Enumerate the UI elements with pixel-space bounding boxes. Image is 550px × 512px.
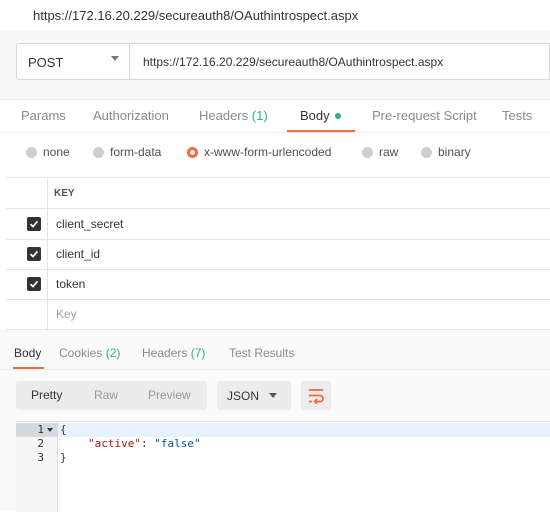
- active-line-highlight: [58, 423, 550, 437]
- json-value: "false": [154, 437, 201, 450]
- new-key-input[interactable]: Key: [56, 307, 77, 321]
- line-number: 3: [37, 451, 44, 464]
- line-number: 1: [37, 423, 44, 436]
- radio-dot-icon: [93, 146, 104, 158]
- table-row: client_id: [6, 239, 550, 270]
- chevron-down-icon: [111, 56, 119, 61]
- code-close-brace: }: [60, 451, 67, 464]
- radio-dot-icon: [421, 146, 432, 158]
- table-row: token: [6, 269, 550, 300]
- tab-authorization[interactable]: Authorization: [93, 108, 169, 123]
- tab-prerequest-script[interactable]: Pre-request Script: [372, 108, 477, 123]
- response-tab-body[interactable]: Body: [14, 346, 41, 360]
- line-number: 2: [37, 437, 44, 450]
- format-select[interactable]: JSON: [217, 381, 291, 410]
- row-checkbox[interactable]: [27, 277, 41, 291]
- response-tab-cookies-count: (2): [105, 346, 121, 360]
- row-key[interactable]: client_id: [56, 247, 100, 261]
- response-tab-headers-count: (7): [190, 346, 206, 360]
- view-mode-group: Pretty Raw Preview: [16, 381, 207, 410]
- checkmark-icon: [29, 280, 39, 288]
- method-select[interactable]: POST: [16, 43, 130, 80]
- radio-label: raw: [379, 145, 399, 159]
- response-tab-cookies[interactable]: Cookies (2): [59, 346, 120, 360]
- fold-toggle-icon[interactable]: [47, 428, 53, 432]
- radio-binary[interactable]: binary: [421, 145, 471, 159]
- radio-label: binary: [438, 145, 471, 159]
- radio-x-www-form-urlencoded[interactable]: x-www-form-urlencoded: [187, 145, 331, 159]
- tab-body[interactable]: Body: [300, 108, 341, 123]
- table-row: client_secret: [6, 209, 550, 240]
- radio-label: form-data: [110, 145, 162, 159]
- row-checkbox[interactable]: [27, 247, 41, 261]
- preview-button[interactable]: Preview: [148, 388, 191, 402]
- tab-headers-count: (1): [251, 108, 268, 123]
- response-tab-headers-label: Headers: [142, 346, 188, 360]
- radio-label: none: [43, 145, 70, 159]
- row-key[interactable]: client_secret: [56, 217, 123, 231]
- response-tab-test-results[interactable]: Test Results: [229, 346, 294, 360]
- params-table: KEY client_secret client_id token Key: [6, 177, 550, 330]
- url-input[interactable]: https://172.16.20.229/secureauth8/OAuthi…: [130, 43, 550, 80]
- checkmark-icon: [29, 250, 39, 258]
- wrap-lines-button[interactable]: [301, 381, 331, 410]
- response-tabs-divider: [0, 369, 550, 370]
- tab-headers[interactable]: Headers (1): [199, 108, 268, 123]
- format-label: JSON: [227, 389, 260, 403]
- response-body-editor[interactable]: 1 2 3 { "active": "false" }: [16, 421, 550, 512]
- tabs-divider: [0, 132, 550, 133]
- window-title: https://172.16.20.229/secureauth8/OAuthi…: [33, 8, 359, 23]
- method-label: POST: [28, 55, 64, 70]
- key-column-header: KEY: [54, 188, 75, 199]
- code-open-brace: {: [60, 423, 67, 436]
- radio-raw[interactable]: raw: [362, 145, 398, 159]
- tab-headers-label: Headers: [199, 108, 249, 123]
- row-checkbox[interactable]: [27, 217, 41, 231]
- json-colon: :: [140, 437, 155, 450]
- radio-selected-icon: [187, 146, 198, 158]
- column-divider: [47, 178, 48, 329]
- tab-body-label: Body: [300, 108, 330, 123]
- pretty-button[interactable]: Pretty: [31, 388, 62, 402]
- new-row: Key: [6, 299, 550, 329]
- checkmark-icon: [29, 220, 39, 228]
- tab-params[interactable]: Params: [21, 108, 66, 123]
- radio-none[interactable]: none: [26, 145, 70, 159]
- table-header: KEY: [6, 178, 550, 209]
- radio-dot-icon: [26, 146, 37, 158]
- json-key: "active": [88, 437, 141, 450]
- row-key[interactable]: token: [56, 277, 85, 291]
- response-tab-headers[interactable]: Headers (7): [142, 346, 205, 360]
- radio-form-data[interactable]: form-data: [93, 145, 161, 159]
- raw-button[interactable]: Raw: [94, 388, 118, 402]
- chevron-down-icon: [269, 393, 277, 398]
- response-tab-cookies-label: Cookies: [59, 346, 103, 360]
- tab-tests[interactable]: Tests: [502, 108, 532, 123]
- body-active-dot-icon: [334, 113, 341, 119]
- radio-dot-icon: [362, 146, 373, 158]
- code-line: "active": "false": [88, 437, 201, 450]
- wrap-lines-icon: [309, 389, 324, 404]
- radio-label: x-www-form-urlencoded: [204, 145, 332, 159]
